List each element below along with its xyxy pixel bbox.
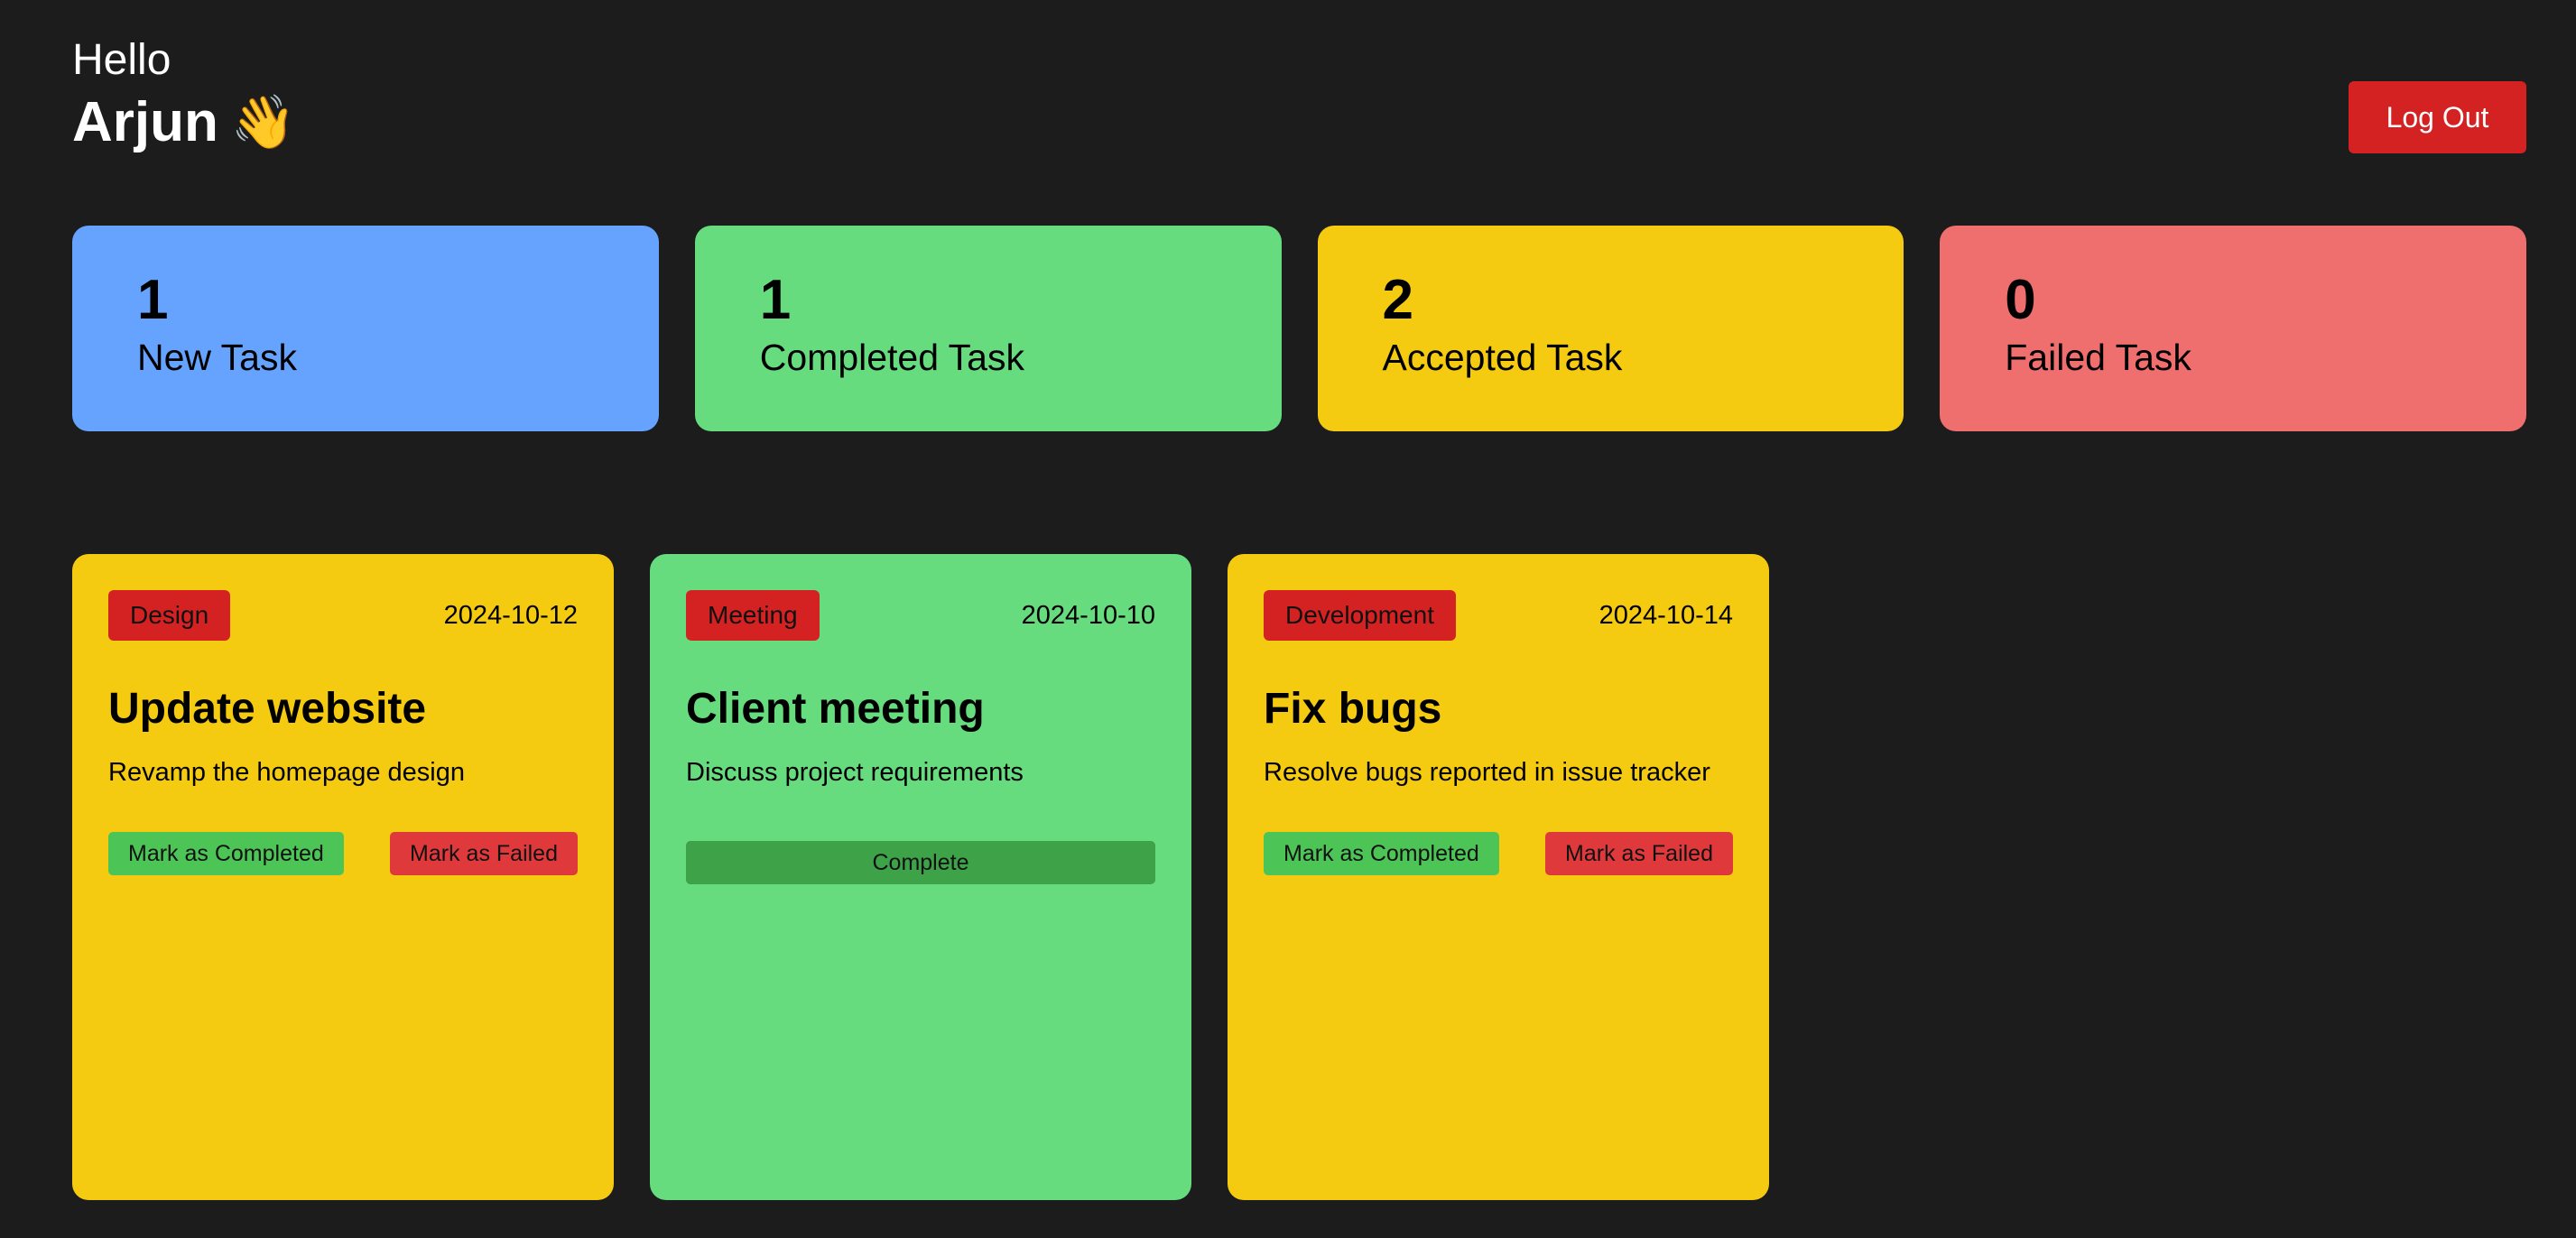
user-name-row: Arjun 👋 <box>72 90 296 155</box>
stat-count: 1 <box>759 269 792 331</box>
category-badge: Meeting <box>686 590 820 641</box>
stat-label: Accepted Task <box>1382 337 1623 378</box>
stat-card-failed: 0 Failed Task <box>1940 226 2526 431</box>
task-actions: Mark as Completed Mark as Failed <box>108 832 578 875</box>
task-title: Client meeting <box>686 685 985 733</box>
mark-completed-button[interactable]: Mark as Completed <box>1264 832 1499 875</box>
mark-failed-button[interactable]: Mark as Failed <box>1545 832 1733 875</box>
stat-card-accepted: 2 Accepted Task <box>1317 226 1904 431</box>
logout-button[interactable]: Log Out <box>2349 81 2526 153</box>
task-description: Resolve bugs reported in issue tracker <box>1264 758 1710 787</box>
stat-card-completed: 1 Completed Task <box>694 226 1282 431</box>
stat-count: 2 <box>1382 269 1413 331</box>
stat-card-new: 1 New Task <box>72 226 659 431</box>
task-card-header: Development 2024-10-14 <box>1264 590 1733 641</box>
stat-label: Completed Task <box>759 337 1024 378</box>
task-title: Update website <box>108 685 427 733</box>
stat-label: Failed Task <box>2005 337 2191 378</box>
mark-completed-button[interactable]: Mark as Completed <box>108 832 344 875</box>
hello-text: Hello <box>72 36 171 84</box>
task-card-header: Design 2024-10-12 <box>108 590 578 641</box>
task-date: 2024-10-12 <box>443 600 578 630</box>
greeting: Hello Arjun 👋 <box>72 32 296 155</box>
task-date: 2024-10-10 <box>1021 600 1155 630</box>
task-card: Development 2024-10-14 Fix bugs Resolve … <box>1228 554 1769 1200</box>
task-description: Revamp the homepage design <box>108 758 465 787</box>
employee-dashboard: Hello Arjun 👋 Log Out 1 New Task 1 Compl… <box>0 0 2576 1238</box>
header: Hello Arjun 👋 Log Out <box>72 32 2526 159</box>
stat-count: 0 <box>2005 269 2036 331</box>
task-stats: 1 New Task 1 Completed Task 2 Accepted T… <box>72 226 2526 431</box>
task-card: Design 2024-10-12 Update website Revamp … <box>72 554 614 1200</box>
task-list: Design 2024-10-12 Update website Revamp … <box>72 554 1769 1200</box>
category-badge: Design <box>108 590 231 641</box>
task-title: Fix bugs <box>1264 685 1442 733</box>
waving-hand-icon: 👋 <box>230 93 297 152</box>
task-date: 2024-10-14 <box>1598 600 1733 630</box>
category-badge: Development <box>1264 590 1456 641</box>
stat-count: 1 <box>137 269 169 331</box>
task-card: Meeting 2024-10-10 Client meeting Discus… <box>650 554 1191 1200</box>
mark-failed-button[interactable]: Mark as Failed <box>390 832 578 875</box>
task-card-header: Meeting 2024-10-10 <box>686 590 1155 641</box>
task-status-complete: Complete <box>686 841 1155 884</box>
stat-label: New Task <box>137 337 297 378</box>
task-description: Discuss project requirements <box>686 758 1024 787</box>
task-actions: Mark as Completed Mark as Failed <box>1264 832 1733 875</box>
user-name: Arjun <box>72 91 218 153</box>
